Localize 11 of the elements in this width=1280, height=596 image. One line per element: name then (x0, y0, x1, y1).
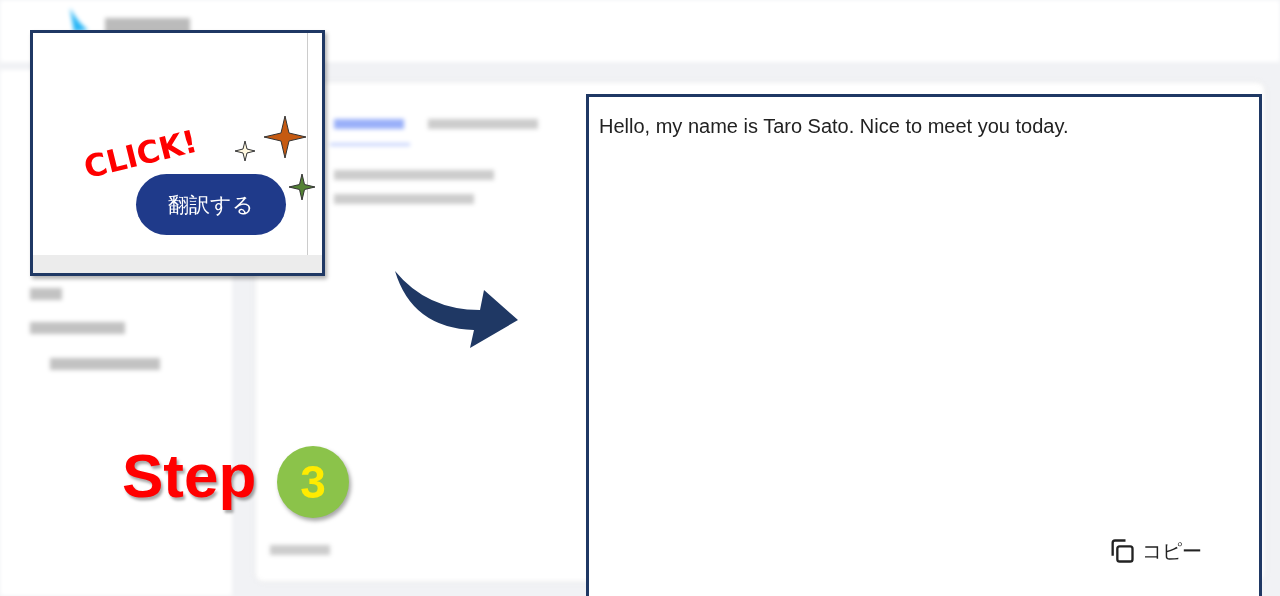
sparkle-icon (288, 173, 316, 201)
translated-text: Hello, my name is Taro Sato. Nice to meet you today. (599, 115, 1069, 138)
sparkle-icon (234, 140, 256, 162)
copy-button[interactable]: コピー (1104, 535, 1206, 567)
sparkle-icon (263, 115, 307, 159)
translate-button[interactable]: 翻訳する (136, 174, 286, 235)
step-label: Step (122, 440, 257, 511)
blurred-text (334, 119, 404, 129)
blurred-text (270, 545, 330, 555)
blurred-text (30, 288, 62, 300)
logo-icon (70, 8, 88, 32)
